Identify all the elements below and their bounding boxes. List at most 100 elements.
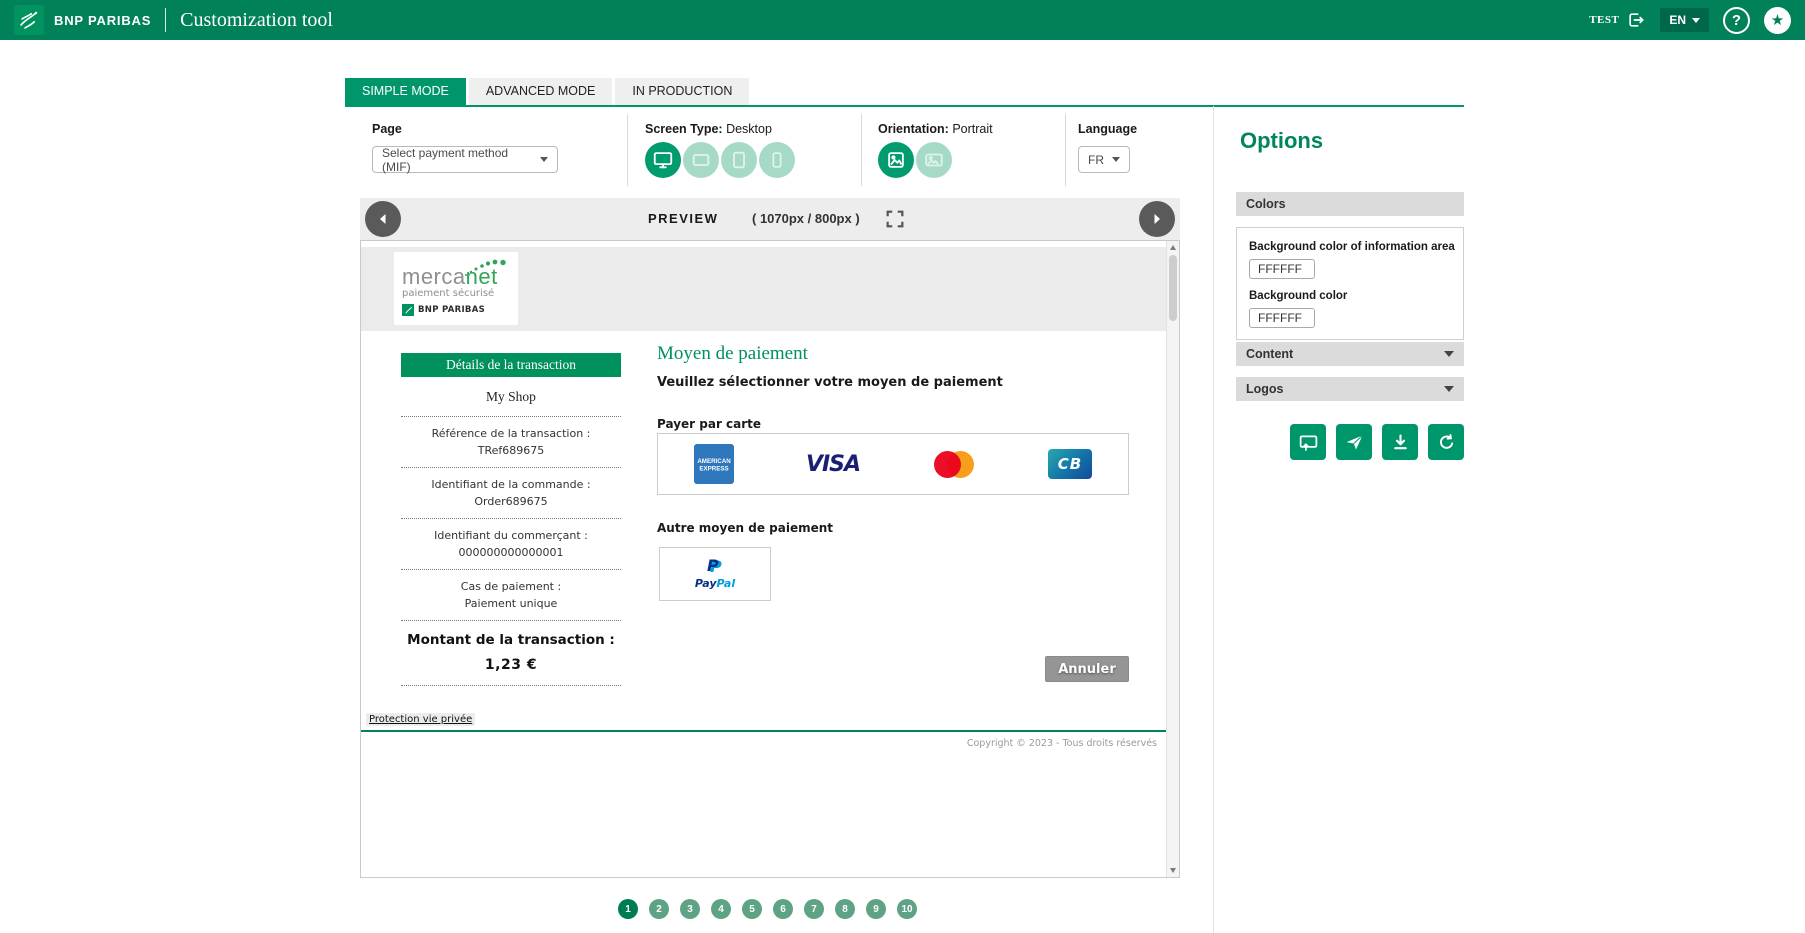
detail-value: 000000000000001 <box>401 544 621 561</box>
arrow-right-icon <box>1150 212 1164 226</box>
page-select[interactable]: Select payment method (MIF) <box>372 146 558 173</box>
tab-advanced-mode[interactable]: ADVANCED MODE <box>469 78 613 105</box>
screen-mobile-button[interactable] <box>759 142 795 178</box>
brand-name: BNP PARIBAS <box>54 13 151 28</box>
page-dot-2[interactable]: 2 <box>649 899 669 919</box>
page-dot-3[interactable]: 3 <box>680 899 700 919</box>
screen-tablet-portrait-button[interactable] <box>721 142 757 178</box>
bnp-bank-label: BNP PARIBAS <box>418 305 485 315</box>
page-dot-4[interactable]: 4 <box>711 899 731 919</box>
chevron-down-icon <box>1444 386 1454 392</box>
card-brands-box: AMERICAN EXPRESS VISA CB <box>657 433 1129 495</box>
orientation-label: Orientation: Portrait <box>878 122 993 136</box>
cancel-button[interactable]: Annuler <box>1045 656 1129 682</box>
reset-button[interactable] <box>1428 424 1464 460</box>
page-dot-8[interactable]: 8 <box>835 899 855 919</box>
page-dot-7[interactable]: 7 <box>804 899 824 919</box>
detail-row: Référence de la transaction : TRef689675 <box>401 417 621 467</box>
preview-pagination: 1 2 3 4 5 6 7 8 9 10 <box>618 899 917 919</box>
download-button[interactable] <box>1382 424 1418 460</box>
scrollbar-thumb[interactable] <box>1169 255 1177 321</box>
screen-type-value: Desktop <box>726 122 772 136</box>
chevron-down-icon <box>1112 157 1120 162</box>
cb-card-button[interactable]: CB <box>1048 449 1092 479</box>
help-icon: ? <box>1732 12 1741 29</box>
chevron-down-icon <box>1444 351 1454 357</box>
section-logos[interactable]: Logos <box>1236 377 1464 401</box>
detail-label: Identifiant de la commande : <box>401 476 621 493</box>
detail-label: Cas de paiement : <box>401 578 621 595</box>
detail-row: Identifiant de la commande : Order689675 <box>401 468 621 518</box>
arrow-left-icon <box>376 212 390 226</box>
page-select-value: Select payment method (MIF) <box>382 146 540 174</box>
test-mode-label: TEST <box>1589 14 1619 26</box>
next-page-button[interactable] <box>1139 201 1175 237</box>
orientation-portrait-button[interactable] <box>878 142 914 178</box>
help-button[interactable]: ? <box>1723 7 1750 34</box>
detail-value: TRef689675 <box>401 442 621 459</box>
detail-row: Cas de paiement : Paiement unique <box>401 570 621 620</box>
detail-row: Identifiant du commerçant : 000000000000… <box>401 519 621 569</box>
tabs-underline <box>345 105 1464 107</box>
screen-desktop-button[interactable] <box>645 142 681 178</box>
language-select[interactable]: FR <box>1078 146 1130 173</box>
scroll-up-button[interactable] <box>1167 241 1179 254</box>
details-panel-title: Détails de la transaction <box>401 353 621 377</box>
tab-simple-mode[interactable]: SIMPLE MODE <box>345 78 466 105</box>
send-button[interactable] <box>1336 424 1372 460</box>
orientation-landscape-button[interactable] <box>916 142 952 178</box>
app-header: BNP PARIBAS Customization tool TEST EN ?… <box>0 0 1805 40</box>
mobile-icon <box>766 149 788 171</box>
preview-toolbar: PREVIEW ( 1070px / 800px ) <box>360 198 1180 240</box>
paper-plane-icon <box>1344 432 1365 453</box>
privacy-link[interactable]: Protection vie privée <box>366 713 475 726</box>
preview-scrollbar[interactable] <box>1166 241 1179 877</box>
detail-label: Identifiant du commerçant : <box>401 527 621 544</box>
section-content[interactable]: Content <box>1236 342 1464 366</box>
transaction-amount: Montant de la transaction : 1,23 € <box>401 621 621 685</box>
card-section-label: Payer par carte <box>657 417 761 431</box>
section-colors[interactable]: Colors <box>1236 192 1464 216</box>
background-color-label: Background color <box>1249 290 1347 302</box>
mastercard-card-button[interactable] <box>932 451 976 478</box>
scroll-down-button[interactable] <box>1167 864 1179 877</box>
amex-card-button[interactable]: AMERICAN EXPRESS <box>694 444 734 484</box>
page-dot-1[interactable]: 1 <box>618 899 638 919</box>
payment-instruction: Veuillez sélectionner votre moyen de pai… <box>657 375 1003 390</box>
chevron-down-icon <box>1692 18 1700 23</box>
tablet-landscape-icon <box>690 149 712 171</box>
tablet-portrait-icon <box>728 149 750 171</box>
page-dot-9[interactable]: 9 <box>866 899 886 919</box>
image-landscape-icon <box>923 149 945 171</box>
favorites-button[interactable]: ★ <box>1764 7 1791 34</box>
detail-label: Référence de la transaction : <box>401 425 621 442</box>
language-label: Language <box>1078 122 1137 136</box>
options-title: Options <box>1240 128 1323 154</box>
paypal-button[interactable]: P P PayPal <box>659 547 771 601</box>
svg-text:AMERICAN: AMERICAN <box>697 458 731 465</box>
preview-title: PREVIEW <box>648 198 718 240</box>
triangle-up-icon <box>1170 245 1176 250</box>
mastercard-red-circle <box>934 451 961 478</box>
mercanet-name-gray: merca <box>402 264 466 289</box>
preview-area: PREVIEW ( 1070px / 800px ) mercanet paie <box>360 198 1180 878</box>
page-label: Page <box>372 122 402 136</box>
visa-card-button[interactable]: VISA <box>806 452 860 477</box>
apply-to-screen-button[interactable] <box>1290 424 1326 460</box>
fullscreen-icon[interactable] <box>884 208 906 230</box>
screen-tablet-landscape-button[interactable] <box>683 142 719 178</box>
ui-language-select[interactable]: EN <box>1660 8 1709 32</box>
bnp-paribas-mini-logo: BNP PARIBAS <box>402 304 510 316</box>
chevron-down-icon <box>540 157 548 162</box>
content-options-divider <box>1213 106 1214 933</box>
background-color-input[interactable] <box>1249 308 1315 328</box>
test-mode-button[interactable]: TEST <box>1589 10 1646 30</box>
tab-in-production[interactable]: IN PRODUCTION <box>615 78 749 105</box>
controls-divider <box>861 114 862 186</box>
page-dot-6[interactable]: 6 <box>773 899 793 919</box>
info-area-bg-input[interactable] <box>1249 259 1315 279</box>
mode-tabs: SIMPLE MODE ADVANCED MODE IN PRODUCTION <box>345 78 749 105</box>
page-dot-10[interactable]: 10 <box>897 899 917 919</box>
previous-page-button[interactable] <box>365 201 401 237</box>
page-dot-5[interactable]: 5 <box>742 899 762 919</box>
